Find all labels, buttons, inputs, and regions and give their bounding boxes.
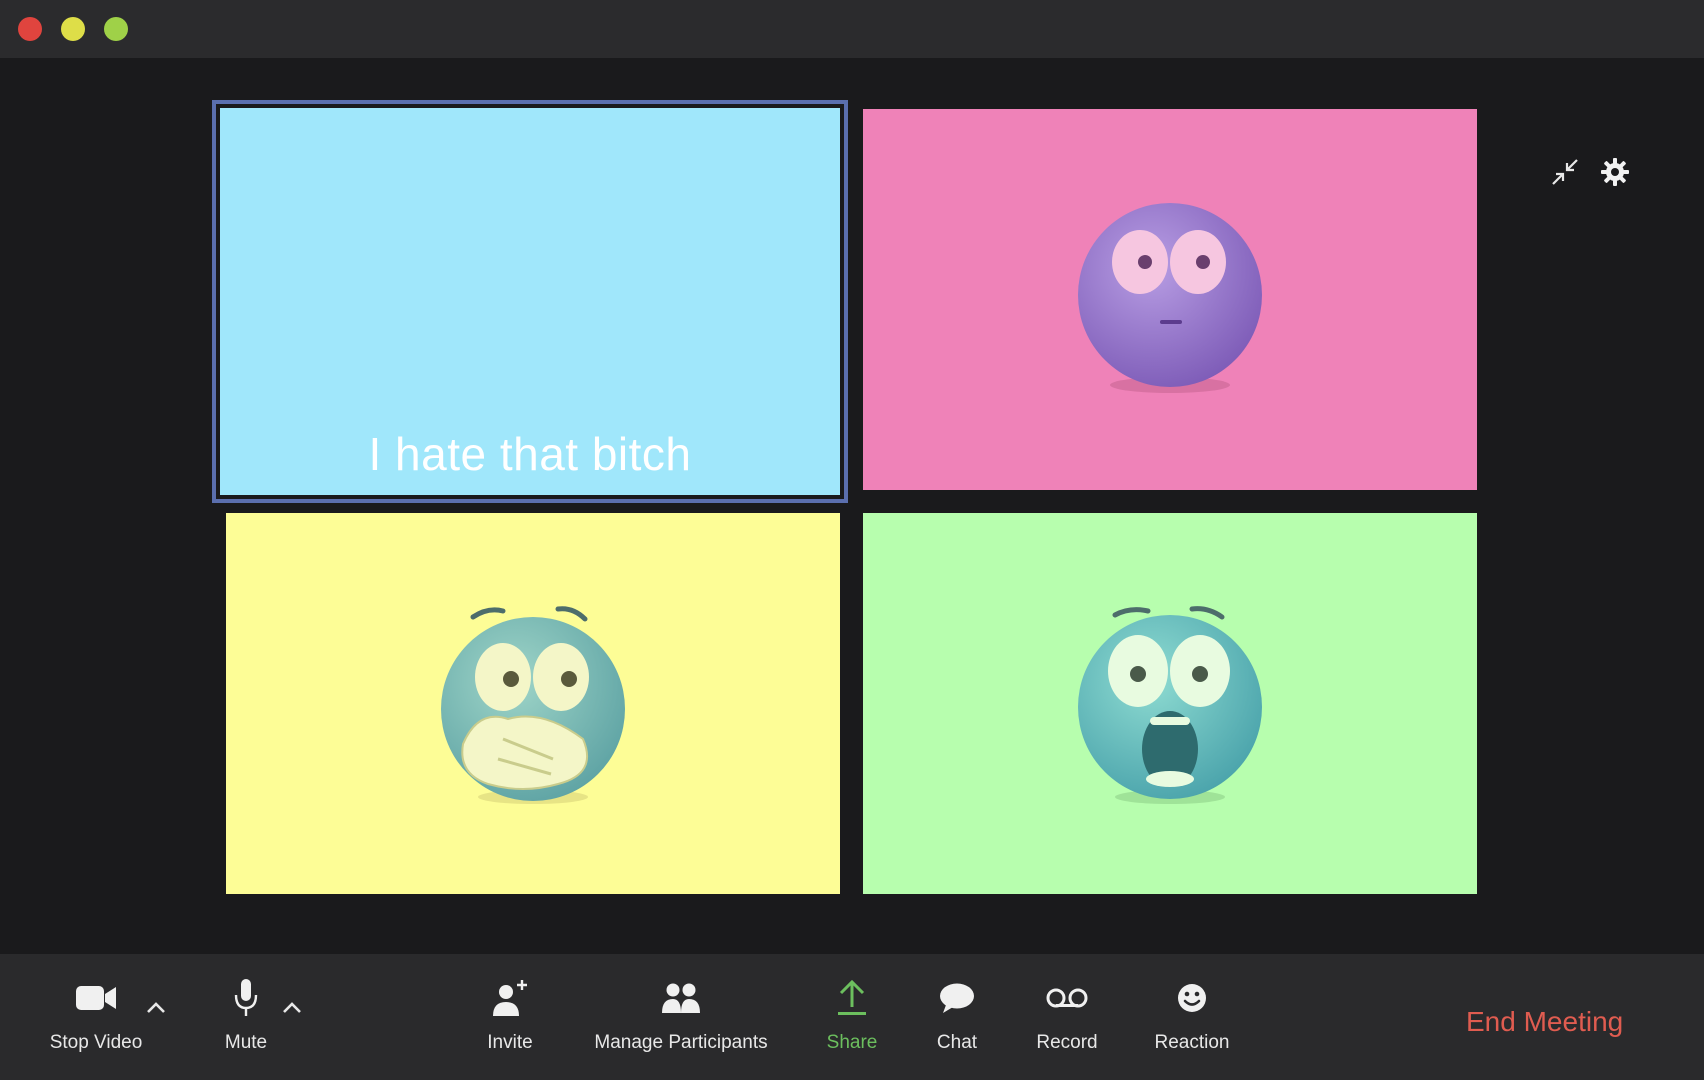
collapse-arrows-icon[interactable] [1551, 158, 1579, 186]
share-upload-arrow-icon [838, 979, 866, 1015]
record-tape-icon [1046, 988, 1088, 1008]
add-person-icon [493, 980, 527, 1016]
record-button[interactable]: Record [1030, 976, 1104, 1054]
video-tile-4[interactable] [863, 513, 1477, 894]
mute-button[interactable]: Mute [206, 976, 286, 1054]
video-tile-3[interactable] [226, 513, 840, 894]
invite-label: Invite [487, 1032, 533, 1053]
mute-label: Mute [224, 1032, 268, 1053]
smiley-face-icon [1178, 984, 1206, 1012]
window-maximize-button[interactable] [104, 17, 128, 41]
stop-video-button[interactable]: Stop Video [44, 976, 148, 1054]
audio-options-chevron-up-icon[interactable] [282, 994, 302, 1020]
end-meeting-button[interactable]: End Meeting [1466, 1006, 1623, 1038]
flushed-purple-emoji-icon [1078, 202, 1262, 393]
chat-bubble-icon [940, 983, 974, 1013]
shocked-open-mouth-emoji-icon [1078, 605, 1262, 804]
share-label: Share [826, 1032, 878, 1053]
reaction-label: Reaction [1154, 1032, 1230, 1053]
gear-icon[interactable] [1600, 157, 1630, 187]
manage-participants-label: Manage Participants [594, 1032, 768, 1053]
hands-over-mouth-emoji-icon [441, 605, 625, 804]
chat-label: Chat [936, 1032, 978, 1053]
stop-video-label: Stop Video [49, 1032, 143, 1053]
tile-caption: I hate that bitch [368, 428, 692, 480]
chat-button[interactable]: Chat [922, 976, 992, 1054]
participants-icon [662, 983, 700, 1013]
manage-participants-button[interactable]: Manage Participants [588, 976, 774, 1054]
video-tile-2[interactable] [863, 109, 1477, 490]
microphone-icon [234, 979, 258, 1016]
invite-button[interactable]: Invite [468, 976, 552, 1054]
video-options-chevron-up-icon[interactable] [146, 994, 166, 1020]
reaction-button[interactable]: Reaction [1148, 976, 1236, 1054]
window-close-button[interactable] [18, 17, 42, 41]
share-button[interactable]: Share [816, 976, 888, 1054]
video-tile-active[interactable]: I hate that bitch [220, 108, 840, 495]
video-camera-icon [76, 986, 116, 1010]
window-minimize-button[interactable] [61, 17, 85, 41]
record-label: Record [1036, 1032, 1098, 1053]
title-bar [0, 0, 1704, 58]
